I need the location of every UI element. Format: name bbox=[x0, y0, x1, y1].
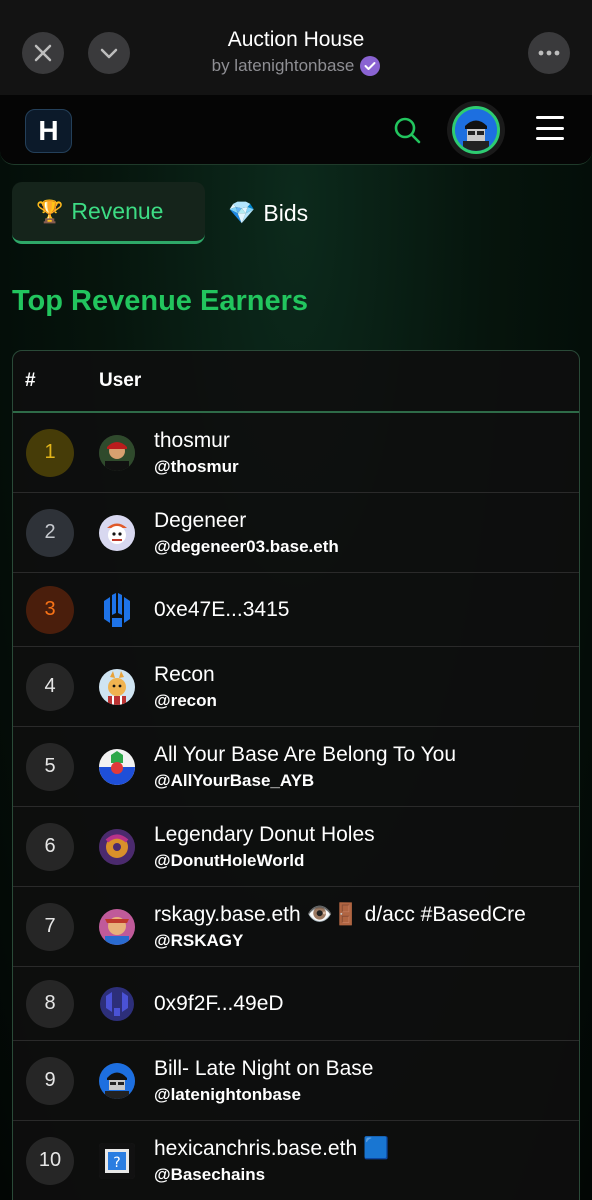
user-avatar bbox=[99, 434, 135, 471]
rank-column-header: # bbox=[25, 370, 36, 391]
miniapp-header: Auction House by latenightonbase bbox=[0, 0, 592, 95]
table-row[interactable]: 5 All Your Base Are Belong To You @AllYo… bbox=[13, 727, 579, 807]
user-handle: @DonutHoleWorld bbox=[154, 851, 305, 870]
more-button[interactable] bbox=[528, 32, 570, 74]
user-cell: All Your Base Are Belong To You @AllYour… bbox=[154, 727, 456, 807]
svg-text:?: ? bbox=[113, 1155, 120, 1171]
user-avatar bbox=[99, 986, 135, 1022]
user-display-name: Bill- Late Night on Base bbox=[154, 1057, 374, 1080]
rank-badge: 7 bbox=[26, 902, 74, 951]
rank-badge: 2 bbox=[26, 508, 74, 557]
rank-badge: 6 bbox=[26, 822, 74, 871]
user-avatar bbox=[99, 1062, 135, 1099]
tab-bids[interactable]: 💎 Bids bbox=[228, 182, 348, 244]
user-display-name: All Your Base Are Belong To You bbox=[154, 743, 457, 766]
user-display-name: thosmur bbox=[154, 429, 230, 452]
rank-badge: 5 bbox=[26, 742, 74, 791]
user-avatar bbox=[99, 514, 135, 551]
more-icon bbox=[538, 50, 560, 56]
table-row[interactable]: 9 Bill- Late Night on Base @latenightonb… bbox=[13, 1041, 579, 1121]
user-cell: thosmur @thosmur bbox=[154, 413, 239, 493]
table-row[interactable]: 6 Legendary Donut Holes @DonutHoleWorld bbox=[13, 807, 579, 887]
rank-badge: 10 bbox=[26, 1136, 74, 1185]
user-cell: Degeneer @degeneer03.base.eth bbox=[154, 493, 339, 573]
profile-avatar-button[interactable] bbox=[447, 101, 505, 159]
user-handle: @recon bbox=[154, 691, 217, 710]
user-cell: 0xe47E...3415 bbox=[154, 573, 289, 647]
search-icon bbox=[394, 117, 421, 144]
rank-badge: 4 bbox=[26, 662, 74, 711]
tab-bids-label: Bids bbox=[263, 199, 309, 226]
user-avatar bbox=[99, 828, 135, 865]
user-cell: 0x9f2F...49eD bbox=[154, 967, 284, 1041]
rank-badge: 1 bbox=[26, 428, 74, 477]
user-handle: @degeneer03.base.eth bbox=[154, 537, 339, 556]
miniapp-author: by latenightonbase bbox=[211, 56, 355, 75]
table-row[interactable]: 4 Recon @recon bbox=[13, 647, 579, 727]
app-body: H 🏆 Revenue 💎 Bids Top Revenue Earners #… bbox=[0, 95, 592, 1200]
table-row[interactable]: 3 0xe47E...3415 bbox=[13, 573, 579, 647]
user-column-header: User bbox=[99, 370, 142, 391]
user-avatar bbox=[99, 748, 135, 785]
user-avatar bbox=[99, 668, 135, 705]
user-display-name: hexicanchris.base.eth 🟦 bbox=[154, 1137, 390, 1160]
user-avatar: ? bbox=[99, 1142, 135, 1179]
rank-badge: 9 bbox=[26, 1056, 74, 1105]
user-avatar bbox=[99, 908, 135, 945]
user-address: 0x9f2F...49eD bbox=[154, 992, 284, 1015]
leaderboard-table: # User 1 thosmur @thosmur 2 Degeneer @de… bbox=[12, 350, 580, 1200]
table-row[interactable]: 8 0x9f2F...49eD bbox=[13, 967, 579, 1041]
user-cell: rskagy.base.eth 👁️🚪 d/acc #BasedCre @RSK… bbox=[154, 887, 526, 967]
tab-revenue[interactable]: 🏆 Revenue bbox=[12, 182, 205, 244]
user-display-name: rskagy.base.eth 👁️🚪 d/acc #BasedCre bbox=[154, 903, 526, 926]
user-handle: @latenightonbase bbox=[154, 1085, 301, 1104]
table-row[interactable]: 10 ? hexicanchris.base.eth 🟦 @Basechains bbox=[13, 1121, 579, 1200]
table-row[interactable]: 2 Degeneer @degeneer03.base.eth bbox=[13, 493, 579, 573]
section-title: Top Revenue Earners bbox=[12, 285, 309, 317]
user-display-name: Recon bbox=[154, 663, 215, 686]
gem-icon: 💎 bbox=[228, 200, 256, 225]
user-handle: @AllYourBase_AYB bbox=[154, 771, 315, 790]
rank-badge: 3 bbox=[26, 585, 74, 634]
user-cell: hexicanchris.base.eth 🟦 @Basechains bbox=[154, 1121, 389, 1200]
user-cell: Legendary Donut Holes @DonutHoleWorld bbox=[154, 807, 375, 887]
logo[interactable]: H bbox=[25, 109, 72, 153]
user-display-name: Degeneer bbox=[154, 509, 247, 532]
verified-badge-icon bbox=[360, 56, 381, 76]
user-handle: @thosmur bbox=[154, 457, 239, 476]
user-avatar bbox=[99, 592, 135, 628]
rank-badge: 8 bbox=[26, 979, 74, 1028]
profile-avatar bbox=[452, 106, 500, 154]
tab-revenue-label: Revenue bbox=[71, 198, 164, 224]
user-handle: @Basechains bbox=[154, 1165, 266, 1184]
user-display-name: Legendary Donut Holes bbox=[154, 823, 375, 846]
miniapp-title: Auction House bbox=[227, 28, 365, 51]
user-address: 0xe47E...3415 bbox=[154, 598, 290, 621]
user-handle: @RSKAGY bbox=[154, 931, 244, 950]
table-header: # User bbox=[13, 351, 579, 413]
navbar: H bbox=[0, 95, 592, 165]
user-cell: Recon @recon bbox=[154, 647, 217, 727]
user-cell: Bill- Late Night on Base @latenightonbas… bbox=[154, 1041, 373, 1121]
table-row[interactable]: 1 thosmur @thosmur bbox=[13, 413, 579, 493]
miniapp-subtitle: by latenightonbase bbox=[0, 56, 592, 76]
trophy-icon: 🏆 bbox=[36, 198, 64, 224]
search-button[interactable] bbox=[392, 115, 422, 145]
hamburger-menu-icon[interactable] bbox=[536, 116, 564, 140]
table-row[interactable]: 7 rskagy.base.eth 👁️🚪 d/acc #BasedCre @R… bbox=[13, 887, 579, 967]
